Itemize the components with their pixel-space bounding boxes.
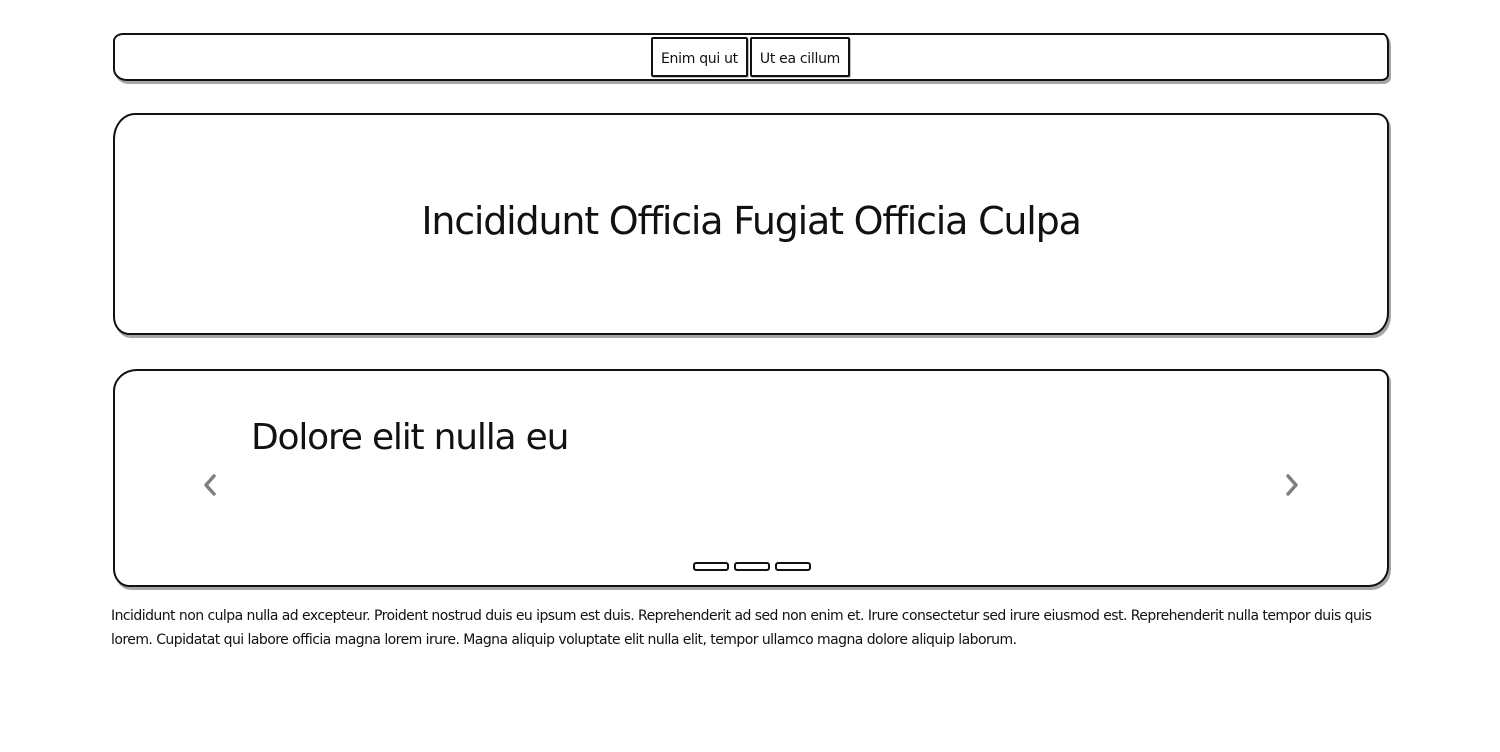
navbar: Enim qui ut Ut ea cillum: [113, 33, 1389, 81]
carousel-next-button[interactable]: [1278, 467, 1306, 503]
carousel-indicator-3[interactable]: [775, 562, 811, 571]
nav-button-enim-qui-ut[interactable]: Enim qui ut: [651, 37, 748, 77]
page: Enim qui ut Ut ea cillum Incididunt Offi…: [0, 0, 1500, 752]
carousel-indicator-1[interactable]: [693, 562, 729, 571]
carousel-slide-title: Dolore elit nulla eu: [251, 417, 569, 458]
chevron-right-icon: [1286, 474, 1298, 496]
nav-button-ut-ea-cillum[interactable]: Ut ea cillum: [749, 37, 850, 77]
carousel: Dolore elit nulla eu: [113, 369, 1389, 587]
carousel-indicators: [693, 562, 811, 571]
chevron-left-icon: [204, 474, 216, 496]
nav-button-group: Enim qui ut Ut ea cillum: [651, 37, 850, 77]
carousel-prev-button[interactable]: [196, 467, 224, 503]
carousel-indicator-2[interactable]: [734, 562, 770, 571]
hero-card: Incididunt Officia Fugiat Officia Culpa: [113, 113, 1389, 335]
body-paragraph: Incididunt non culpa nulla ad excepteur.…: [111, 608, 1372, 648]
hero-title: Incididunt Officia Fugiat Officia Culpa: [421, 199, 1082, 243]
